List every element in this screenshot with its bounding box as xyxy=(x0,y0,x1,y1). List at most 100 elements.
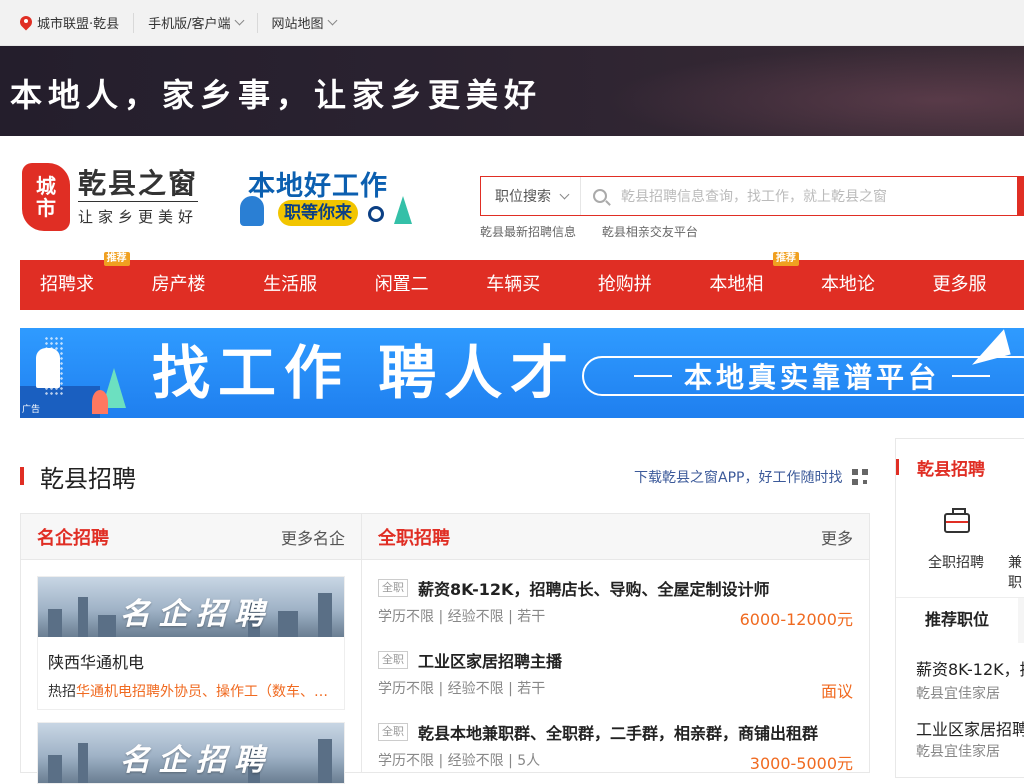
job-row[interactable]: 全职薪资8K-12K，招聘店长、导购、全屋定制设计师学历不限 | 经验不限 | … xyxy=(362,560,869,632)
job-title[interactable]: 工业区家居招聘主播 xyxy=(418,648,562,672)
logo-text: 乾县之窗 让家乡更美好 xyxy=(78,167,198,227)
job-row[interactable]: 全职乾县本地兼职群、全职群，二手群，相亲群，商铺出租群学历不限 | 经验不限 |… xyxy=(362,704,869,776)
right-sidebar: 乾县招聘 全职招聘 兼职 推荐职位 薪资8K-12K，招 乾县宜佳家居 工业区家… xyxy=(895,438,1024,778)
recommended-job-company: 乾县宜佳家居 xyxy=(916,683,1000,703)
nav-item[interactable]: 招聘求职推荐 xyxy=(20,260,132,310)
chevron-down-icon xyxy=(560,189,570,199)
nav-item[interactable]: 房产楼盘 xyxy=(132,260,244,310)
tab-recommended[interactable]: 推荐职位 xyxy=(896,598,1018,644)
recommended-badge: 推荐 xyxy=(773,252,799,266)
company-card[interactable]: 名企招聘 陕西华通机电 热招华通机电招聘外协员、操作工（数车、… xyxy=(37,576,345,710)
more-link[interactable]: 更多 xyxy=(821,525,853,549)
city-switch[interactable]: 城市联盟·乾县 xyxy=(20,13,134,33)
logo-badge-char: 城 xyxy=(36,175,56,197)
panel-title: 名企招聘 xyxy=(37,524,109,550)
magnifier-icon xyxy=(368,206,384,222)
job-title[interactable]: 乾县本地兼职群、全职群，二手群，相亲群，商铺出租群 xyxy=(418,720,818,744)
search-button[interactable] xyxy=(1017,176,1023,216)
company-banner-image: 名企招聘 xyxy=(38,723,344,783)
divider xyxy=(952,375,990,377)
accent-bar xyxy=(20,467,24,485)
fulltime-jobs-panel: 全职招聘 更多 全职薪资8K-12K，招聘店长、导购、全屋定制设计师学历不限 |… xyxy=(361,513,870,773)
logo-title: 乾县之窗 xyxy=(78,167,198,202)
job-salary: 3000-5000元 xyxy=(750,750,853,774)
job-meta: 学历不限 | 经验不限 | 5人 xyxy=(378,750,540,770)
hot-link[interactable]: 乾县相亲交友平台 xyxy=(602,225,698,239)
company-card[interactable]: 名企招聘 xyxy=(37,722,345,784)
nav-item[interactable]: 更多服务 xyxy=(913,260,1024,310)
panel-header: 全职招聘 更多 xyxy=(362,514,869,560)
city-label: 城市联盟·乾县 xyxy=(37,13,119,32)
mobile-link[interactable]: 手机版/客户端 xyxy=(134,13,257,33)
building-shape xyxy=(78,597,88,637)
ad-headline: 找工作 聘人才 xyxy=(152,338,576,408)
more-link[interactable]: 更多名企 xyxy=(281,525,345,549)
hot-jobs: 热招华通机电招聘外协员、操作工（数车、… xyxy=(38,673,344,709)
qr-code-icon xyxy=(852,469,868,485)
search-input[interactable] xyxy=(621,188,1017,204)
famous-companies-panel: 名企招聘 更多名企 名企招聘 陕西华通机电 热招华通机电招聘外协员、操作工（数车… xyxy=(20,513,362,773)
app-download-link[interactable]: 下载乾县之窗APP，好工作随时找 xyxy=(634,467,868,487)
site-logo[interactable]: 城 市 乾县之窗 让家乡更美好 xyxy=(22,163,198,231)
job-row[interactable]: 全职工业区家居招聘主播学历不限 | 经验不限 | 若干面议 xyxy=(362,632,869,704)
nav-item[interactable]: 本地相亲推荐 xyxy=(689,260,801,310)
recommended-badge: 推荐 xyxy=(104,252,130,266)
search-icon xyxy=(593,189,607,203)
recruit-ad-banner[interactable]: 广告 找工作 聘人才 本地真实靠谱平台 xyxy=(20,328,1024,418)
building-shape xyxy=(318,739,332,783)
job-type-badge: 全职 xyxy=(378,651,408,669)
hot-link[interactable]: 乾县最新招聘信息 xyxy=(480,225,576,239)
job-list: 全职薪资8K-12K，招聘店长、导购、全屋定制设计师学历不限 | 经验不限 | … xyxy=(362,560,869,776)
chevron-down-icon xyxy=(234,16,244,26)
nav-item[interactable]: 闲置二手 xyxy=(355,260,467,310)
company-name: 陕西华通机电 xyxy=(38,637,344,673)
sidebar-tabs: 推荐职位 xyxy=(896,597,1024,643)
job-meta: 学历不限 | 经验不限 | 若干 xyxy=(378,678,545,698)
job-title[interactable]: 薪资8K-12K，招聘店长、导购、全屋定制设计师 xyxy=(418,576,769,600)
section-header: 乾县招聘 xyxy=(20,458,136,494)
building-shape xyxy=(98,615,116,637)
company-banner-text: 名企招聘 xyxy=(120,589,272,633)
nav-item[interactable]: 抢购拼团 xyxy=(578,260,690,310)
hot-job-link[interactable]: 华通机电招聘外协员、操作工（数车、… xyxy=(76,684,328,700)
building-shape xyxy=(78,743,88,783)
job-salary: 6000-12000元 xyxy=(740,606,853,630)
hero-banner: 本地人，家乡事，让家乡更美好 xyxy=(0,46,1024,136)
briefcase-icon[interactable] xyxy=(944,513,970,533)
recommended-job-title[interactable]: 薪资8K-12K，招 xyxy=(916,656,1024,680)
sidebar-title: 乾县招聘 xyxy=(917,455,985,480)
main-nav: 招聘求职推荐房产楼盘生活服务闲置二手车辆买卖抢购拼团本地相亲推荐本地论坛更多服务 xyxy=(20,260,1024,310)
job-title-row: 全职工业区家居招聘主播 xyxy=(378,648,562,672)
nav-item[interactable]: 生活服务 xyxy=(243,260,355,310)
company-banner-image: 名企招聘 xyxy=(38,577,344,637)
app-download-label: 下载乾县之窗APP，好工作随时找 xyxy=(634,467,842,487)
search-category-label: 职位搜索 xyxy=(495,186,551,206)
panel-header: 名企招聘 更多名企 xyxy=(21,514,361,560)
recommended-job-title[interactable]: 工业区家居招聘 xyxy=(916,716,1024,740)
chevron-down-icon xyxy=(327,16,337,26)
building-shape xyxy=(48,755,62,783)
mobile-label: 手机版/客户端 xyxy=(148,13,230,32)
section-title: 乾县招聘 xyxy=(40,459,136,494)
sidebar-fulltime-link[interactable]: 全职招聘 xyxy=(928,552,984,572)
job-type-badge: 全职 xyxy=(378,579,408,597)
building-shape xyxy=(318,593,332,637)
job-meta: 学历不限 | 经验不限 | 若干 xyxy=(378,606,545,626)
top-bar: 城市联盟·乾县 手机版/客户端 网站地图 xyxy=(0,0,1024,46)
plant-icon xyxy=(92,390,108,414)
nav-item[interactable]: 本地论坛 xyxy=(801,260,913,310)
nav-item[interactable]: 车辆买卖 xyxy=(466,260,578,310)
sitemap-link[interactable]: 网站地图 xyxy=(258,13,350,33)
hot-prefix: 热招 xyxy=(48,684,76,700)
search-category-select[interactable]: 职位搜索 xyxy=(481,177,581,215)
person-illustration xyxy=(36,348,60,388)
site-header: 城 市 乾县之窗 让家乡更美好 本地好工作 职等你来 职位搜索 乾县最新招聘信息… xyxy=(0,136,1024,260)
job-type-badge: 全职 xyxy=(378,723,408,741)
search-box: 职位搜索 xyxy=(480,176,1024,216)
tree-icon xyxy=(394,196,412,224)
building-shape xyxy=(48,609,62,637)
job-promo-ad[interactable]: 本地好工作 职等你来 xyxy=(238,160,418,232)
job-promo-line1: 本地好工作 xyxy=(248,164,388,203)
sidebar-parttime-link[interactable]: 兼职 xyxy=(1008,552,1024,592)
job-title-row: 全职乾县本地兼职群、全职群，二手群，相亲群，商铺出租群 xyxy=(378,720,818,744)
